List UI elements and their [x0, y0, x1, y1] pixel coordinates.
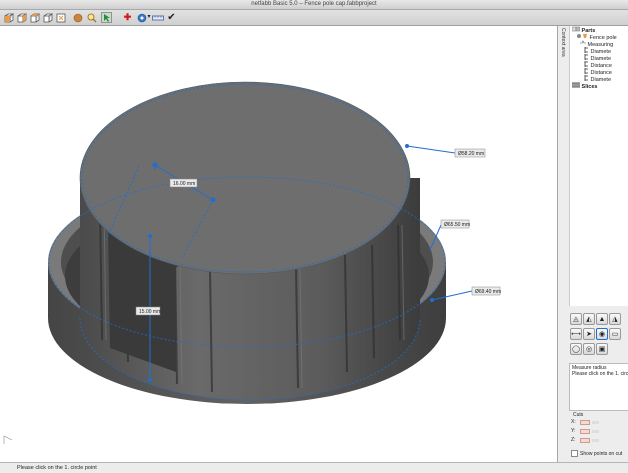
- checkbox-icon: [571, 450, 578, 457]
- show-points-checkbox[interactable]: Show points on cut: [571, 450, 622, 457]
- window-titlebar: netfabb Basic 5.0 – Fence pole cap.fabbp…: [0, 0, 628, 10]
- context-sidebar: Context area Parts Fence pole Measuring …: [557, 26, 628, 462]
- measure-plane-icon[interactable]: ◮: [609, 313, 621, 325]
- model-render: Ø58.20 mm Ø65.50 mm Ø69.40 mm 16.00 mm 1…: [3, 81, 501, 444]
- measure-tool-palette: ◬ ◭ ▲ ◮ ⟷ ➤ ◉ ▭ ◯ ◎ ▣: [569, 311, 628, 359]
- magnify-icon[interactable]: [86, 12, 97, 23]
- main-toolbar: ✚ ▾ ✔: [0, 10, 628, 26]
- cut-z-value[interactable]: [592, 439, 599, 442]
- axis-marker: [3, 435, 13, 444]
- view-side-icon[interactable]: [16, 12, 27, 23]
- dimension-label-dist2: 15.00 mm: [139, 309, 161, 315]
- view-iso-icon[interactable]: [42, 12, 53, 23]
- measure-ruler-icon[interactable]: [152, 12, 164, 23]
- measure-edge-icon[interactable]: ◭: [583, 313, 595, 325]
- measure-circle-icon[interactable]: ◯: [570, 343, 582, 355]
- cut-x-slider[interactable]: [580, 420, 590, 425]
- tree-item-measuring[interactable]: Measuring: [580, 40, 613, 48]
- view-zoom-icon[interactable]: [55, 12, 66, 23]
- dimension-label-d1: Ø58.20 mm: [458, 151, 484, 157]
- dimension-label-d2: Ø65.50 mm: [444, 222, 470, 228]
- tree-item-measure[interactable]: Diamete: [584, 54, 611, 62]
- measure-face-icon[interactable]: ▲: [596, 313, 608, 325]
- tree-item-parts[interactable]: Parts: [571, 26, 595, 34]
- cuts-title: Cuts: [573, 412, 584, 418]
- cut-y-row[interactable]: Y:: [571, 428, 599, 435]
- measure-hint-box: Measure radius Please click on the 1. ci…: [569, 363, 628, 411]
- project-tree[interactable]: Parts Fence pole Measuring Diamete Diame…: [569, 26, 628, 306]
- measure-label-icon[interactable]: ▭: [609, 328, 621, 340]
- add-part-icon[interactable]: ✚: [122, 12, 133, 23]
- tree-item-slices[interactable]: Slices: [572, 82, 597, 91]
- view-top-icon[interactable]: [29, 12, 40, 23]
- view-front-icon[interactable]: [3, 12, 14, 23]
- slices-icon: [572, 82, 580, 91]
- tree-item-measure[interactable]: Diamete: [584, 75, 611, 83]
- select-pointer-icon[interactable]: [101, 12, 112, 23]
- measure-point-icon[interactable]: ◬: [570, 313, 582, 325]
- cut-z-row[interactable]: Z:: [571, 437, 599, 444]
- shading-icon[interactable]: [72, 12, 83, 23]
- measure-cylinder-icon[interactable]: ◎: [583, 343, 595, 355]
- tree-item-measure[interactable]: Diamete: [584, 47, 611, 55]
- measure-wall-icon[interactable]: ▣: [596, 343, 608, 355]
- context-area-tab[interactable]: Context area: [559, 26, 569, 86]
- measure-distance-icon[interactable]: ⟷: [570, 328, 582, 340]
- dimension-label-d3: Ø69.40 mm: [475, 289, 501, 295]
- measure-hint-text: Please click on the 1. circle poi: [572, 371, 628, 377]
- 3d-viewport[interactable]: Ø58.20 mm Ø65.50 mm Ø69.40 mm 16.00 mm 1…: [0, 26, 557, 462]
- cut-y-slider[interactable]: [580, 429, 590, 434]
- cylinder-top-face: [79, 81, 411, 275]
- cut-x-value[interactable]: [592, 421, 599, 424]
- cut-z-slider[interactable]: [580, 438, 590, 443]
- cuts-panel: Cuts X: Y: Z: Show points on cut: [569, 412, 628, 462]
- measure-radius-icon[interactable]: ◉: [596, 328, 608, 340]
- cut-x-row[interactable]: X:: [571, 419, 599, 426]
- status-bar: Please click on the 1. circle point: [0, 462, 628, 473]
- dimension-label-dist1: 16.00 mm: [173, 181, 195, 187]
- tree-item-measure[interactable]: Distance: [584, 68, 612, 76]
- tree-item-measure[interactable]: Distance: [584, 61, 612, 69]
- tree-item-part[interactable]: Fence pole: [576, 33, 617, 41]
- cut-y-value[interactable]: [592, 430, 599, 433]
- measure-angle-icon[interactable]: ➤: [583, 328, 595, 340]
- window-title: netfabb Basic 5.0 – Fence pole cap.fabbp…: [251, 1, 377, 7]
- checkmark-icon[interactable]: ✔: [166, 12, 177, 23]
